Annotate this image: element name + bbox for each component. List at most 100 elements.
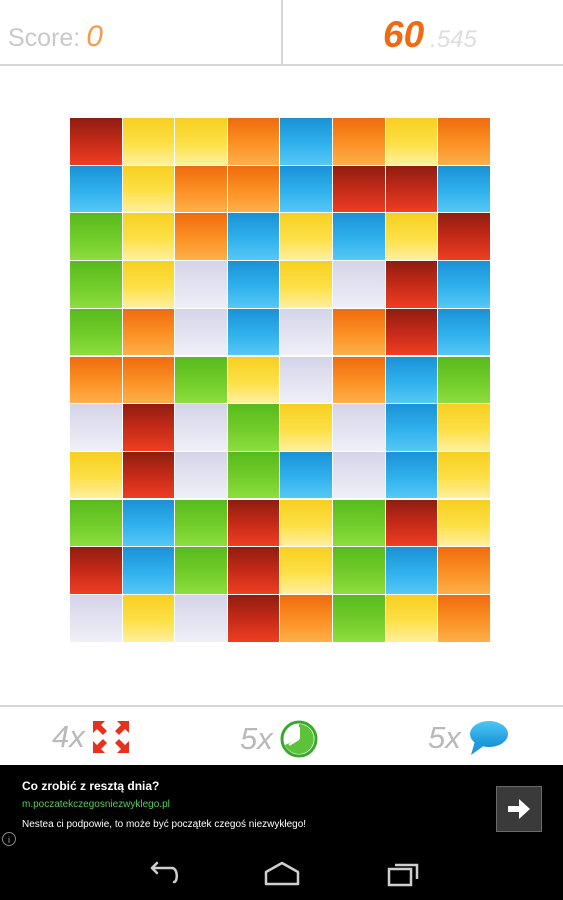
tile-yellow[interactable] <box>280 499 332 547</box>
tile-blue[interactable] <box>280 165 332 213</box>
tile-blue[interactable] <box>227 213 280 260</box>
tile-yellow[interactable] <box>280 404 332 451</box>
tile-blue[interactable] <box>70 165 122 213</box>
tile-green[interactable] <box>227 404 280 451</box>
powerup-expand[interactable]: 4x <box>52 719 131 755</box>
recent-apps-button[interactable] <box>386 860 420 893</box>
tile-orange[interactable] <box>70 356 122 403</box>
tile-green[interactable] <box>438 356 490 403</box>
tile-green[interactable] <box>70 213 122 260</box>
tile-gray[interactable] <box>70 595 122 642</box>
tile-green[interactable] <box>333 547 385 594</box>
tile-green[interactable] <box>70 499 122 547</box>
tile-red[interactable] <box>227 499 280 547</box>
tile-gray[interactable] <box>280 356 332 403</box>
tile-blue[interactable] <box>227 308 280 356</box>
powerup-clock[interactable]: 5x <box>240 719 319 759</box>
tile-blue[interactable] <box>333 213 385 260</box>
tile-blue[interactable] <box>438 165 490 213</box>
tile-blue[interactable] <box>385 451 438 499</box>
tile-blue[interactable] <box>280 451 332 499</box>
tile-blue[interactable] <box>122 499 175 547</box>
tile-yellow[interactable] <box>438 451 490 499</box>
back-button[interactable] <box>144 860 180 893</box>
tile-orange[interactable] <box>122 308 175 356</box>
tile-green[interactable] <box>70 261 122 308</box>
tile-green[interactable] <box>70 308 122 356</box>
tile-orange[interactable] <box>227 165 280 213</box>
tile-yellow[interactable] <box>280 261 332 308</box>
tile-orange[interactable] <box>438 118 490 165</box>
tile-yellow[interactable] <box>280 213 332 260</box>
tile-gray[interactable] <box>175 451 227 499</box>
tile-yellow[interactable] <box>385 595 438 642</box>
tile-yellow[interactable] <box>175 118 227 165</box>
tile-yellow[interactable] <box>122 213 175 260</box>
tile-gray[interactable] <box>175 404 227 451</box>
tile-red[interactable] <box>385 499 438 547</box>
tile-red[interactable] <box>385 165 438 213</box>
tile-gray[interactable] <box>333 451 385 499</box>
tile-yellow[interactable] <box>122 595 175 642</box>
tile-red[interactable] <box>438 213 490 260</box>
tile-orange[interactable] <box>333 356 385 403</box>
powerup-bubble[interactable]: 5x <box>428 719 509 757</box>
tile-red[interactable] <box>227 595 280 642</box>
tile-yellow[interactable] <box>280 547 332 594</box>
tile-orange[interactable] <box>227 118 280 165</box>
ad-url[interactable]: m.poczatekczegosniezwyklego.pl <box>22 799 170 810</box>
tile-yellow[interactable] <box>122 118 175 165</box>
tile-blue[interactable] <box>385 547 438 594</box>
tile-red[interactable] <box>122 451 175 499</box>
tile-orange[interactable] <box>333 118 385 165</box>
tile-orange[interactable] <box>122 356 175 403</box>
tile-blue[interactable] <box>122 547 175 594</box>
tile-green[interactable] <box>333 499 385 547</box>
tile-yellow[interactable] <box>227 356 280 403</box>
tile-blue[interactable] <box>280 118 332 165</box>
tile-yellow[interactable] <box>385 213 438 260</box>
tile-green[interactable] <box>175 499 227 547</box>
timer-display: 60 .545 <box>383 14 477 56</box>
tile-red[interactable] <box>70 118 122 165</box>
tile-yellow[interactable] <box>385 118 438 165</box>
tile-orange[interactable] <box>438 547 490 594</box>
tile-orange[interactable] <box>175 165 227 213</box>
tile-orange[interactable] <box>438 595 490 642</box>
tile-orange[interactable] <box>333 308 385 356</box>
tile-red[interactable] <box>333 165 385 213</box>
tile-gray[interactable] <box>333 261 385 308</box>
tile-gray[interactable] <box>333 404 385 451</box>
home-button[interactable] <box>263 860 301 893</box>
tile-yellow[interactable] <box>122 165 175 213</box>
ad-banner[interactable]: Co zrobić z resztą dnia? m.poczatekczego… <box>0 765 563 848</box>
tile-red[interactable] <box>385 261 438 308</box>
tile-red[interactable] <box>385 308 438 356</box>
tile-gray[interactable] <box>70 404 122 451</box>
tile-blue[interactable] <box>227 261 280 308</box>
tile-gray[interactable] <box>175 261 227 308</box>
tile-green[interactable] <box>175 356 227 403</box>
clock-icon <box>280 720 318 758</box>
tile-green[interactable] <box>227 451 280 499</box>
tile-gray[interactable] <box>280 308 332 356</box>
tile-orange[interactable] <box>280 595 332 642</box>
tile-yellow[interactable] <box>122 261 175 308</box>
ad-info-icon[interactable]: i <box>2 832 16 846</box>
tile-green[interactable] <box>175 547 227 594</box>
tile-blue[interactable] <box>385 404 438 451</box>
tile-yellow[interactable] <box>70 451 122 499</box>
tile-yellow[interactable] <box>438 404 490 451</box>
tile-blue[interactable] <box>438 308 490 356</box>
tile-green[interactable] <box>333 595 385 642</box>
tile-yellow[interactable] <box>438 499 490 547</box>
tile-blue[interactable] <box>438 261 490 308</box>
tile-red[interactable] <box>70 547 122 594</box>
tile-gray[interactable] <box>175 308 227 356</box>
tile-red[interactable] <box>122 404 175 451</box>
tile-blue[interactable] <box>385 356 438 403</box>
tile-red[interactable] <box>227 547 280 594</box>
tile-gray[interactable] <box>175 595 227 642</box>
ad-arrow-button[interactable] <box>496 786 542 837</box>
tile-orange[interactable] <box>175 213 227 260</box>
